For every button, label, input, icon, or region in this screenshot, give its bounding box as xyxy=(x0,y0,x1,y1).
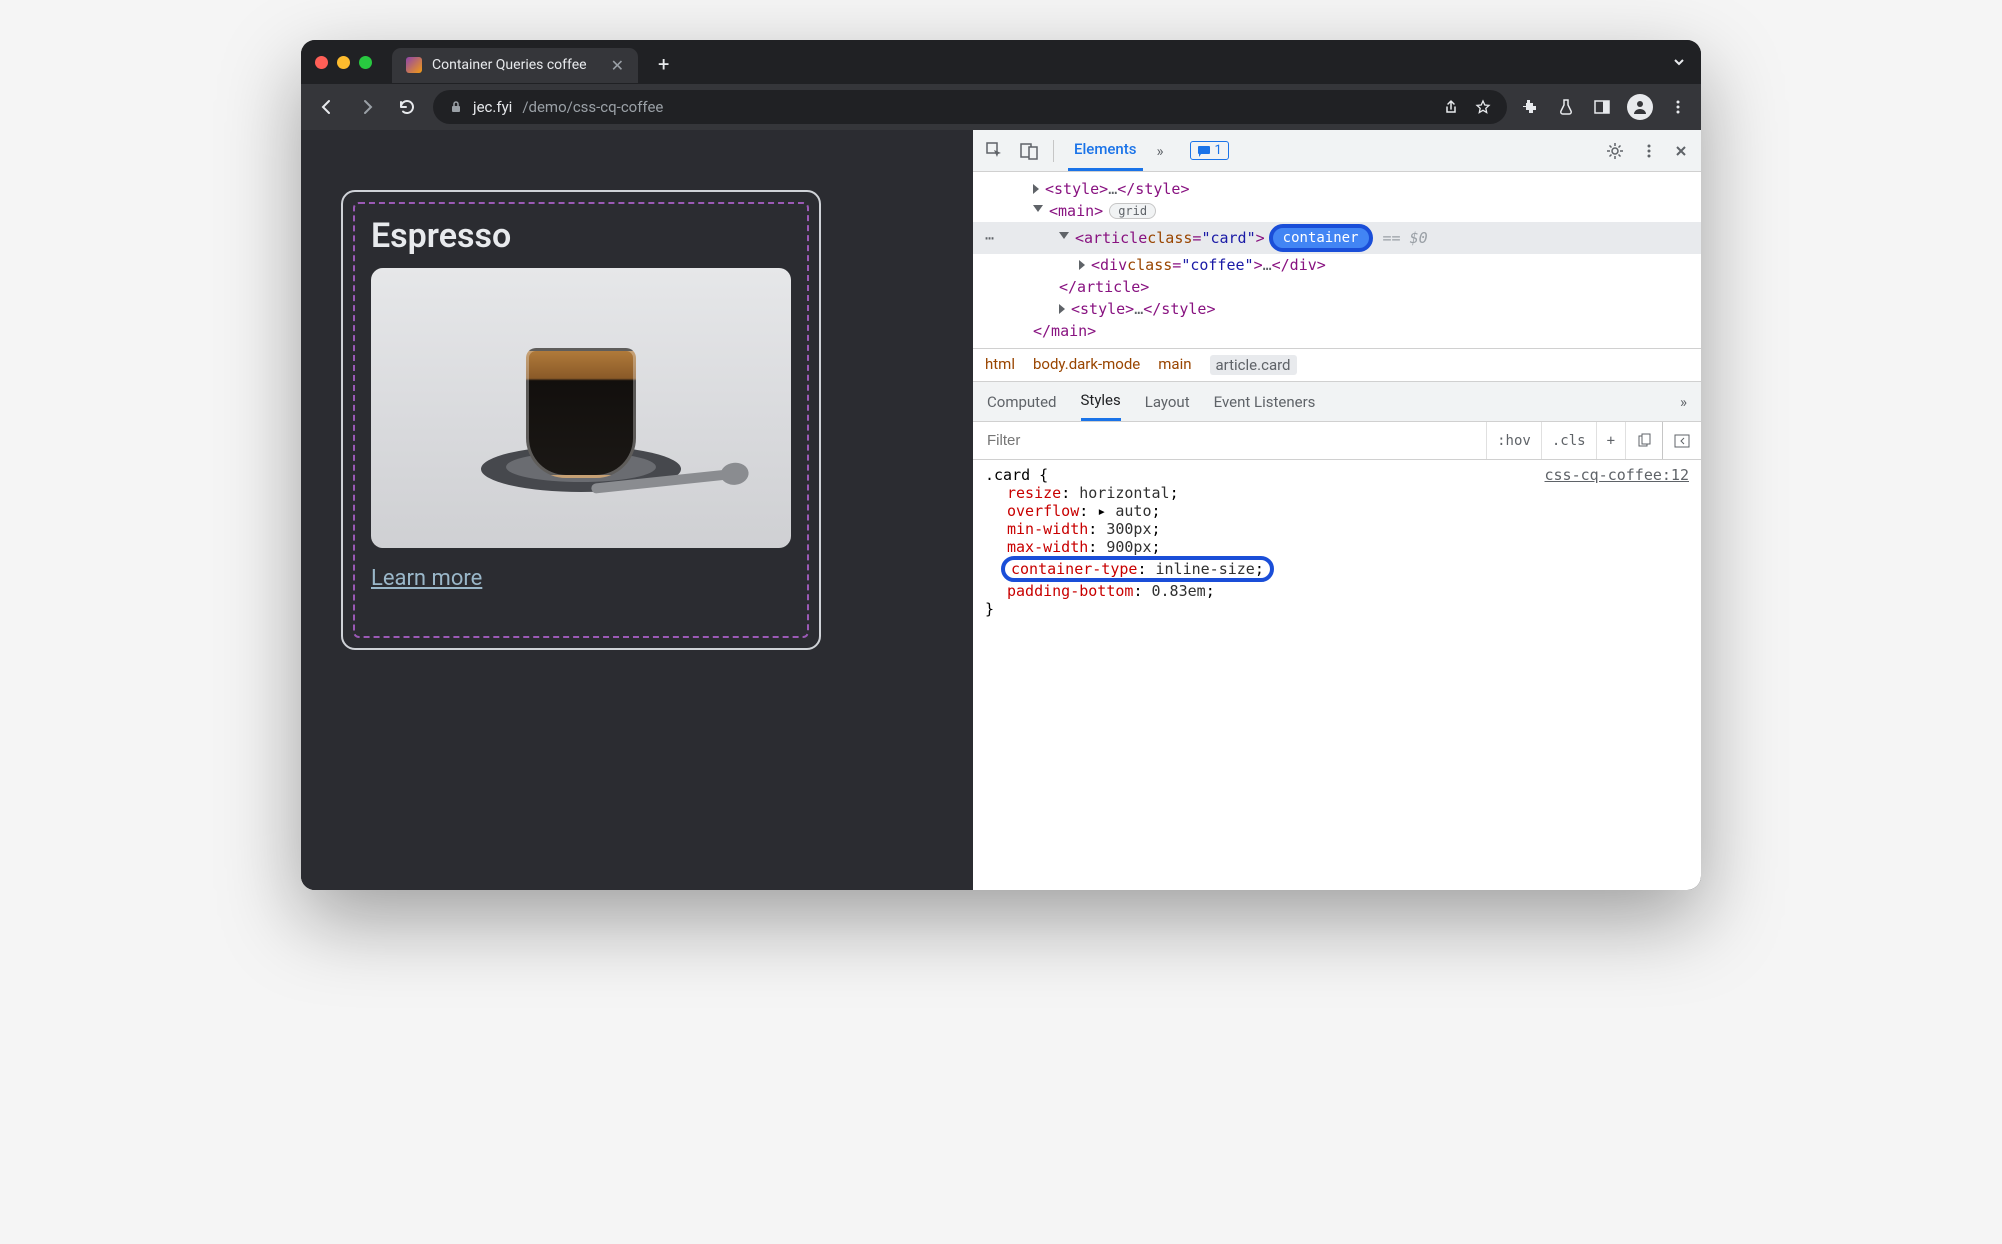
close-window-button[interactable] xyxy=(315,56,328,69)
minimize-window-button[interactable] xyxy=(337,56,350,69)
dom-line-main: <main>grid xyxy=(973,200,1701,222)
coffee-image xyxy=(371,268,791,548)
dom-tree[interactable]: <style>…</style> <main>grid <article cla… xyxy=(973,172,1701,348)
dom-line-article-close: </article> xyxy=(973,276,1701,298)
content-area: Espresso Learn more Elements » 1 xyxy=(301,130,1701,890)
settings-icon[interactable] xyxy=(1605,141,1625,161)
reload-button[interactable] xyxy=(393,93,421,121)
labs-icon[interactable] xyxy=(1555,96,1577,118)
messages-badge[interactable]: 1 xyxy=(1190,141,1229,160)
elements-tab[interactable]: Elements xyxy=(1068,130,1143,171)
titlebar: Container Queries coffee ✕ + xyxy=(301,40,1701,84)
url-path: /demo/css-cq-coffee xyxy=(522,98,663,116)
bookmark-icon[interactable] xyxy=(1475,99,1491,115)
lock-icon xyxy=(449,100,463,114)
close-devtools-icon[interactable] xyxy=(1673,143,1689,159)
url-host: jec.fyi xyxy=(473,98,512,116)
maximize-window-button[interactable] xyxy=(359,56,372,69)
expand-icon[interactable] xyxy=(1059,304,1065,314)
page-viewport: Espresso Learn more xyxy=(301,130,973,890)
source-link[interactable]: css-cq-coffee:12 xyxy=(1545,466,1690,484)
share-icon[interactable] xyxy=(1443,99,1459,115)
learn-more-link[interactable]: Learn more xyxy=(343,548,819,609)
collapse-icon[interactable] xyxy=(1033,205,1043,217)
dom-line-div: <div class="coffee">…</div> xyxy=(973,254,1701,276)
copy-styles-icon[interactable] xyxy=(1625,422,1662,459)
computed-tab[interactable]: Computed xyxy=(987,393,1057,411)
back-button[interactable] xyxy=(313,93,341,121)
prop-max-width: max-width: 900px; xyxy=(985,538,1689,556)
rule-close: } xyxy=(985,600,1689,618)
profile-avatar[interactable] xyxy=(1627,94,1653,120)
forward-button[interactable] xyxy=(353,93,381,121)
inspect-icon[interactable] xyxy=(985,141,1005,161)
styles-filter-input[interactable] xyxy=(973,432,1486,449)
prop-padding-bottom: padding-bottom: 0.83em; xyxy=(985,582,1689,600)
new-tab-button[interactable]: + xyxy=(658,52,669,76)
styles-subpanel-tabs: Computed Styles Layout Event Listeners » xyxy=(973,382,1701,422)
hov-button[interactable]: :hov xyxy=(1486,422,1541,459)
tab-title: Container Queries coffee xyxy=(432,57,587,73)
grid-badge[interactable]: grid xyxy=(1109,203,1156,219)
dom-line-article-selected: <article class="card">container== $0 xyxy=(973,222,1701,254)
favicon-icon xyxy=(406,57,422,73)
prop-container-type: container-type: inline-size; xyxy=(985,556,1689,582)
cls-button[interactable]: .cls xyxy=(1541,422,1596,459)
crumb-article[interactable]: article.card xyxy=(1210,355,1297,375)
card-title: Espresso xyxy=(343,192,819,268)
crumb-body[interactable]: body.dark-mode xyxy=(1033,355,1140,375)
prop-min-width: min-width: 300px; xyxy=(985,520,1689,538)
more-tabs-icon[interactable]: » xyxy=(1157,142,1164,160)
device-toggle-icon[interactable] xyxy=(1019,141,1039,161)
more-subpanels-icon[interactable]: » xyxy=(1680,393,1687,411)
expand-icon[interactable] xyxy=(1033,184,1039,194)
devtools-toolbar: Elements » 1 xyxy=(973,130,1701,172)
styles-filter-bar: :hov .cls + xyxy=(973,422,1701,460)
crumb-main[interactable]: main xyxy=(1158,355,1191,375)
styles-pane[interactable]: .card { css-cq-coffee:12 resize: horizont… xyxy=(973,460,1701,890)
tab-close-button[interactable]: ✕ xyxy=(611,56,624,75)
browser-window: Container Queries coffee ✕ + jec.fyi/dem… xyxy=(301,40,1701,890)
tabs-dropdown-button[interactable] xyxy=(1671,54,1687,70)
dom-line-style2: <style>…</style> xyxy=(973,298,1701,320)
new-rule-button[interactable]: + xyxy=(1596,422,1625,459)
listeners-tab[interactable]: Event Listeners xyxy=(1214,393,1316,411)
kebab-icon[interactable] xyxy=(1641,143,1657,159)
collapse-icon[interactable] xyxy=(1059,232,1069,244)
layout-tab[interactable]: Layout xyxy=(1145,393,1190,411)
dom-line-style: <style>…</style> xyxy=(973,178,1701,200)
window-controls xyxy=(315,56,372,69)
expand-icon[interactable] xyxy=(1079,260,1085,270)
url-box[interactable]: jec.fyi/demo/css-cq-coffee xyxy=(433,90,1507,124)
espresso-card[interactable]: Espresso Learn more xyxy=(341,190,821,650)
dom-line-main-close: </main> xyxy=(973,320,1701,342)
menu-icon[interactable] xyxy=(1667,96,1689,118)
extensions-icon[interactable] xyxy=(1519,96,1541,118)
prop-resize: resize: horizontal; xyxy=(985,484,1689,502)
panel-icon[interactable] xyxy=(1591,96,1613,118)
container-badge[interactable]: container xyxy=(1269,224,1373,252)
dom-breadcrumb[interactable]: html body.dark-mode main article.card xyxy=(973,348,1701,382)
browser-tab[interactable]: Container Queries coffee ✕ xyxy=(392,48,638,83)
styles-tab[interactable]: Styles xyxy=(1081,382,1121,421)
browser-toolbar-right xyxy=(1519,94,1689,120)
prop-overflow: overflow: ▸ auto; xyxy=(985,502,1689,520)
address-bar: jec.fyi/demo/css-cq-coffee xyxy=(301,84,1701,130)
selector: .card { xyxy=(985,466,1048,484)
toggle-sidebar-icon[interactable] xyxy=(1662,422,1701,459)
devtools-panel: Elements » 1 <style>…</style> <main>grid… xyxy=(973,130,1701,890)
crumb-html[interactable]: html xyxy=(985,355,1015,375)
glass-shape xyxy=(526,348,636,478)
